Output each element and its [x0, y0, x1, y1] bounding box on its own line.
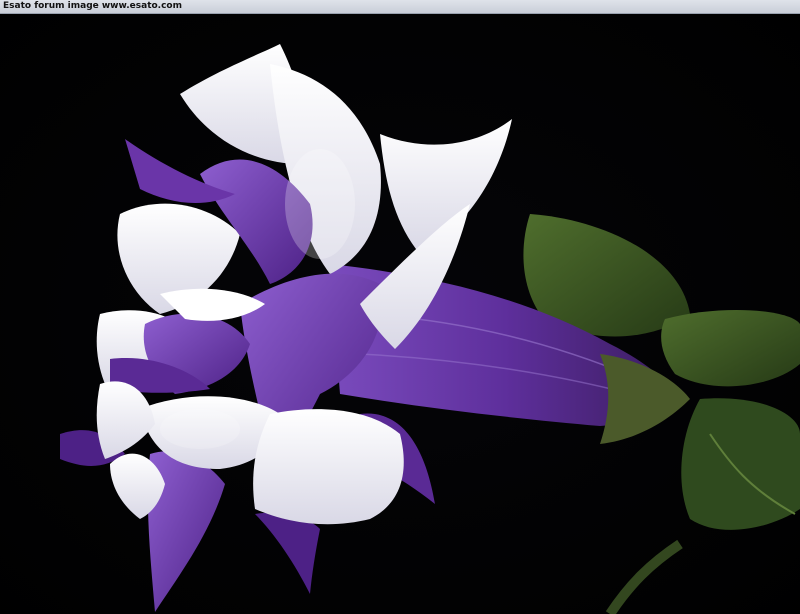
watermark-text: Esato forum image www.esato.com — [3, 1, 182, 11]
watermark-bar: Esato forum image www.esato.com — [0, 0, 800, 14]
petal-highlight — [285, 149, 355, 259]
leaf-lower — [681, 398, 800, 530]
image-viewer: Esato forum image www.esato.com — [0, 0, 800, 614]
flower-photo — [0, 14, 800, 614]
leaf-right — [661, 309, 800, 387]
petal-highlight — [160, 409, 240, 449]
